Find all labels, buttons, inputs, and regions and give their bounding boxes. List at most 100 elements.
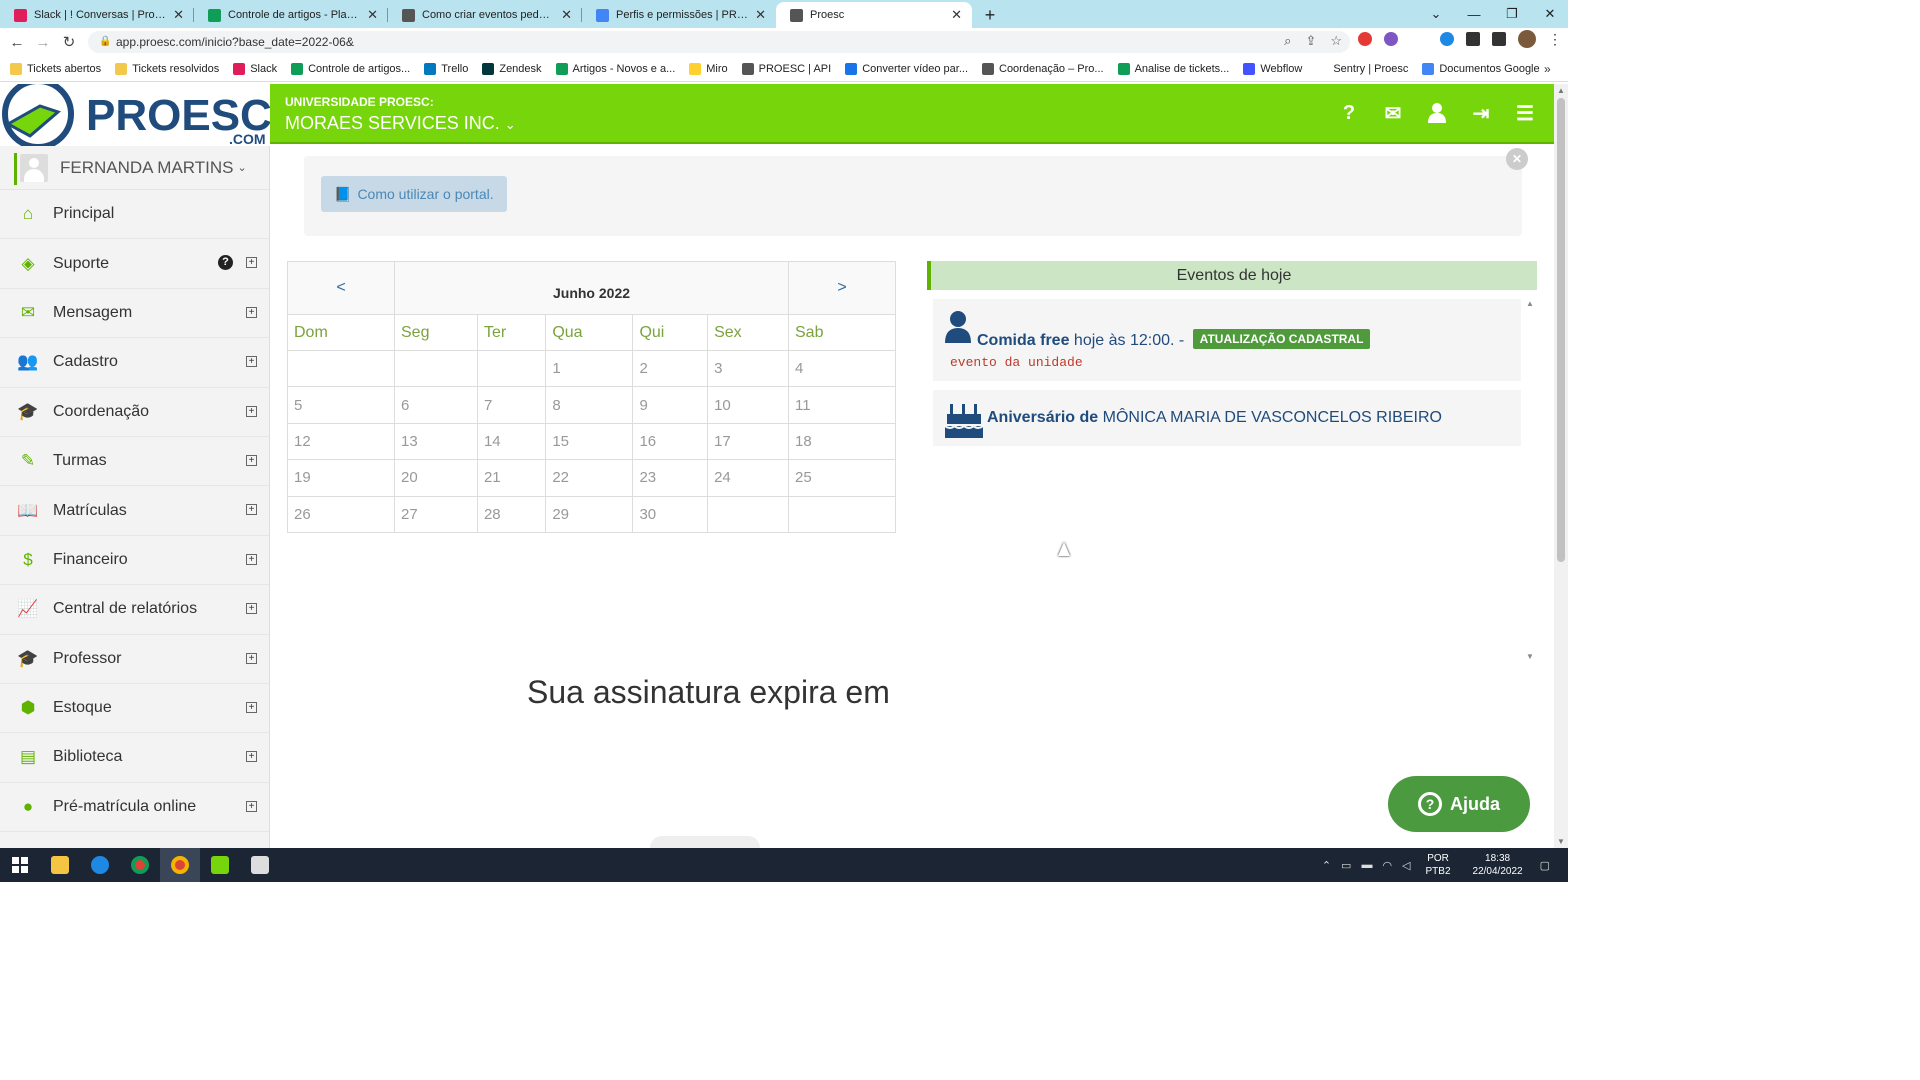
- menu-dots-icon[interactable]: ⋮: [1548, 31, 1562, 48]
- edge-icon[interactable]: [80, 848, 120, 882]
- sidebar-item-pr-matr-cula-online[interactable]: ● Pré-matrícula online +: [0, 783, 269, 833]
- clock[interactable]: 18:38 22/04/2022: [1473, 852, 1523, 878]
- company-selector[interactable]: MORAES SERVICES INC. ⌄: [285, 113, 516, 134]
- notification-icon[interactable]: ▢: [1540, 859, 1550, 872]
- close-info-button[interactable]: ✕: [1506, 148, 1528, 170]
- help-icon[interactable]: ?: [1338, 102, 1360, 124]
- bookmark-item[interactable]: Converter vídeo par...: [845, 62, 968, 75]
- event-item[interactable]: Aniversário de MÔNICA MARIA DE VASCONCEL…: [933, 390, 1521, 446]
- events-scrollbar[interactable]: ▲ ▼: [1523, 299, 1537, 661]
- scroll-up-icon[interactable]: ▲: [1557, 86, 1565, 95]
- app-icon[interactable]: [240, 848, 280, 882]
- expand-icon[interactable]: +: [246, 701, 257, 713]
- url-bar[interactable]: 🔒 app.proesc.com/inicio?base_date=2022-0…: [88, 31, 1350, 53]
- bookmark-item[interactable]: Webflow: [1243, 62, 1302, 75]
- sidebar-item-professor[interactable]: 🎓 Professor +: [0, 635, 269, 684]
- share-icon[interactable]: ⇪: [1305, 33, 1316, 49]
- bookmark-item[interactable]: Sentry | Proesc: [1316, 62, 1408, 75]
- sidebar-item-matr-culas[interactable]: 📖 Matrículas +: [0, 486, 269, 536]
- expand-icon[interactable]: +: [246, 751, 257, 763]
- chrome-active-icon[interactable]: [160, 848, 200, 882]
- wifi-icon[interactable]: ◠: [1382, 859, 1392, 872]
- tab-close-icon[interactable]: ✕: [561, 7, 572, 23]
- app-icon[interactable]: [200, 848, 240, 882]
- windows-start-icon[interactable]: [0, 848, 40, 882]
- extension-icon[interactable]: [1358, 32, 1372, 46]
- close-window-button[interactable]: ✕: [1532, 0, 1568, 28]
- browser-tab[interactable]: Proesc ✕: [776, 2, 972, 28]
- calendar-day[interactable]: 8: [545, 386, 634, 424]
- back-button[interactable]: ←: [4, 29, 30, 55]
- tab-close-icon[interactable]: ✕: [755, 7, 766, 23]
- extension-icon[interactable]: [1440, 32, 1454, 46]
- calendar-day[interactable]: 9: [632, 386, 709, 424]
- sidebar-item-coordena-o[interactable]: 🎓 Coordenação +: [0, 388, 269, 437]
- expand-icon[interactable]: +: [246, 356, 257, 368]
- expand-icon[interactable]: +: [246, 800, 257, 812]
- forward-button[interactable]: →: [30, 29, 56, 55]
- sidebar-item-mensagem[interactable]: ✉ Mensagem +: [0, 289, 269, 339]
- chrome-icon[interactable]: [120, 848, 160, 882]
- volume-icon[interactable]: ◁: [1402, 859, 1410, 872]
- calendar-day[interactable]: 23: [632, 459, 709, 497]
- expand-icon[interactable]: +: [246, 454, 257, 466]
- reload-button[interactable]: ↻: [56, 29, 82, 55]
- bookmark-item[interactable]: Controle de artigos...: [291, 62, 410, 75]
- hamburger-menu-icon[interactable]: ☰: [1514, 102, 1536, 125]
- expand-icon[interactable]: +: [246, 553, 257, 565]
- bookmark-item[interactable]: Zendesk: [482, 62, 542, 75]
- bookmark-item[interactable]: PROESC | API: [741, 62, 831, 75]
- browser-tab[interactable]: Perfis e permissões | PROESC - D ✕: [582, 2, 776, 28]
- sidebar-item-biblioteca[interactable]: ▤ Biblioteca +: [0, 733, 269, 783]
- tab-close-icon[interactable]: ✕: [367, 7, 378, 23]
- browser-tab[interactable]: Slack | ! Conversas | Proesc.com | ✕: [0, 2, 194, 28]
- calendar-day[interactable]: 14: [476, 422, 547, 461]
- calendar-day[interactable]: 3: [707, 349, 789, 388]
- file-explorer-icon[interactable]: [40, 848, 80, 882]
- calendar-day[interactable]: 28: [476, 495, 547, 533]
- scrollbar-thumb[interactable]: [1557, 98, 1565, 562]
- bookmark-item[interactable]: Coordenação – Pro...: [982, 62, 1104, 75]
- event-item[interactable]: Comida free hoje às 12:00. - ATUALIZAÇÃO…: [933, 299, 1521, 381]
- browser-tab[interactable]: Como criar eventos pedagógicos ✕: [388, 2, 582, 28]
- logout-icon[interactable]: ⇥: [1470, 102, 1492, 125]
- calendar-day[interactable]: 30: [632, 495, 709, 533]
- proesc-logo[interactable]: PROESC .COM: [0, 78, 272, 150]
- calendar-day[interactable]: 22: [545, 459, 634, 497]
- profile-avatar[interactable]: [1518, 30, 1536, 48]
- battery-icon[interactable]: ▬: [1361, 859, 1372, 871]
- calendar-day[interactable]: 29: [545, 495, 634, 533]
- calendar-day[interactable]: 2: [632, 349, 709, 388]
- bookmark-item[interactable]: Tickets abertos: [10, 62, 101, 75]
- page-scrollbar[interactable]: ▲ ▼: [1554, 84, 1568, 848]
- calendar-day[interactable]: 12: [287, 422, 395, 461]
- minimize-button[interactable]: —: [1456, 0, 1492, 28]
- bookmarks-overflow-icon[interactable]: »: [1544, 62, 1551, 76]
- restore-button[interactable]: ❐: [1494, 0, 1530, 28]
- envelope-icon[interactable]: ✉: [1382, 102, 1404, 125]
- browser-tab[interactable]: Controle de artigos - Planilhas G ✕: [194, 2, 388, 28]
- calendar-day[interactable]: 11: [788, 386, 896, 424]
- bookmark-item[interactable]: Miro: [689, 62, 728, 75]
- calendar-day[interactable]: 19: [287, 459, 395, 497]
- calendar-day[interactable]: 17: [707, 422, 789, 461]
- expand-icon[interactable]: +: [246, 652, 257, 664]
- calendar-day[interactable]: 21: [476, 459, 547, 497]
- portal-help-button[interactable]: 📘 Como utilizar o portal.: [321, 176, 507, 212]
- scroll-up-icon[interactable]: ▲: [1526, 299, 1534, 308]
- user-menu[interactable]: FERNANDA MARTINS ⌄: [0, 146, 269, 190]
- help-icon[interactable]: ?: [218, 255, 233, 271]
- tray-chevron-icon[interactable]: ⌃: [1322, 859, 1331, 872]
- tab-close-icon[interactable]: ✕: [951, 7, 962, 23]
- calendar-day[interactable]: 6: [394, 386, 478, 424]
- calendar-day[interactable]: 26: [287, 495, 395, 533]
- calendar-day[interactable]: 20: [394, 459, 478, 497]
- expand-icon[interactable]: +: [246, 257, 257, 269]
- expand-icon[interactable]: +: [246, 306, 257, 318]
- expand-icon[interactable]: +: [246, 504, 257, 516]
- calendar-day[interactable]: 16: [632, 422, 709, 461]
- calendar-day[interactable]: 1: [545, 349, 634, 388]
- help-chat-button[interactable]: ? Ajuda: [1388, 776, 1530, 832]
- calendar-day[interactable]: 5: [287, 386, 395, 424]
- bookmark-item[interactable]: Trello: [424, 62, 468, 75]
